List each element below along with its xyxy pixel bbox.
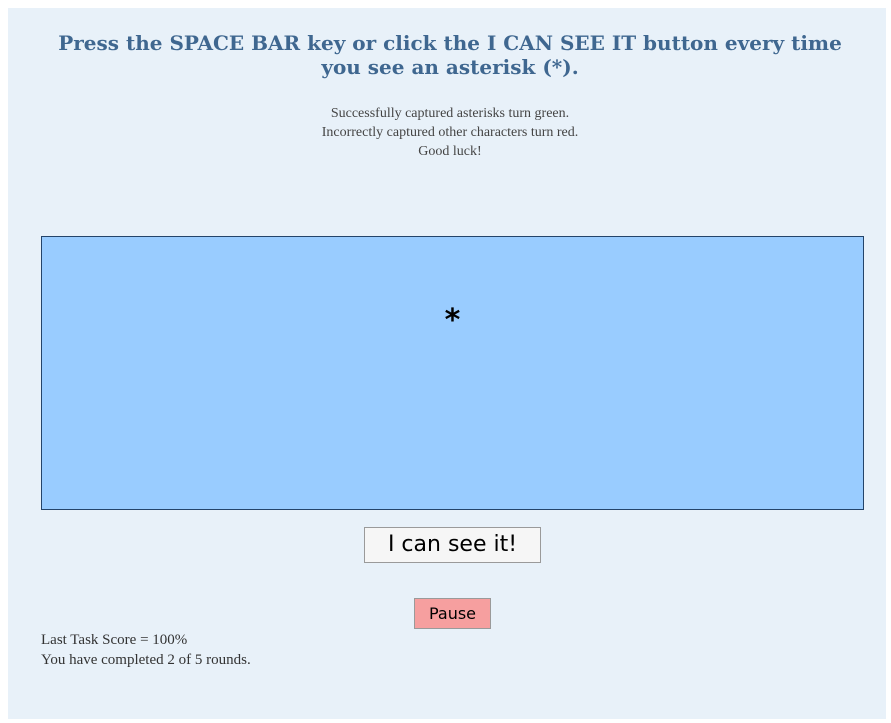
- i-can-see-it-button[interactable]: I can see it!: [364, 527, 541, 563]
- pause-button[interactable]: Pause: [414, 598, 491, 629]
- rule-line-success: Successfully captured asterisks turn gre…: [330, 106, 570, 121]
- round-progress: You have completed 2 of 5 rounds.: [41, 652, 251, 668]
- score-status: Last Task Score = 100% You have complete…: [41, 630, 401, 670]
- rule-line-good-luck: Good luck!: [418, 144, 482, 159]
- task-rules: Successfully captured asterisks turn gre…: [40, 104, 860, 161]
- stimulus-box[interactable]: *: [41, 236, 864, 510]
- rule-line-error: Incorrectly captured other characters tu…: [321, 125, 579, 140]
- last-task-score: Last Task Score = 100%: [41, 632, 188, 648]
- stimulus-character[interactable]: *: [42, 303, 863, 339]
- task-instruction: Press the SPACE BAR key or click the I C…: [58, 31, 842, 79]
